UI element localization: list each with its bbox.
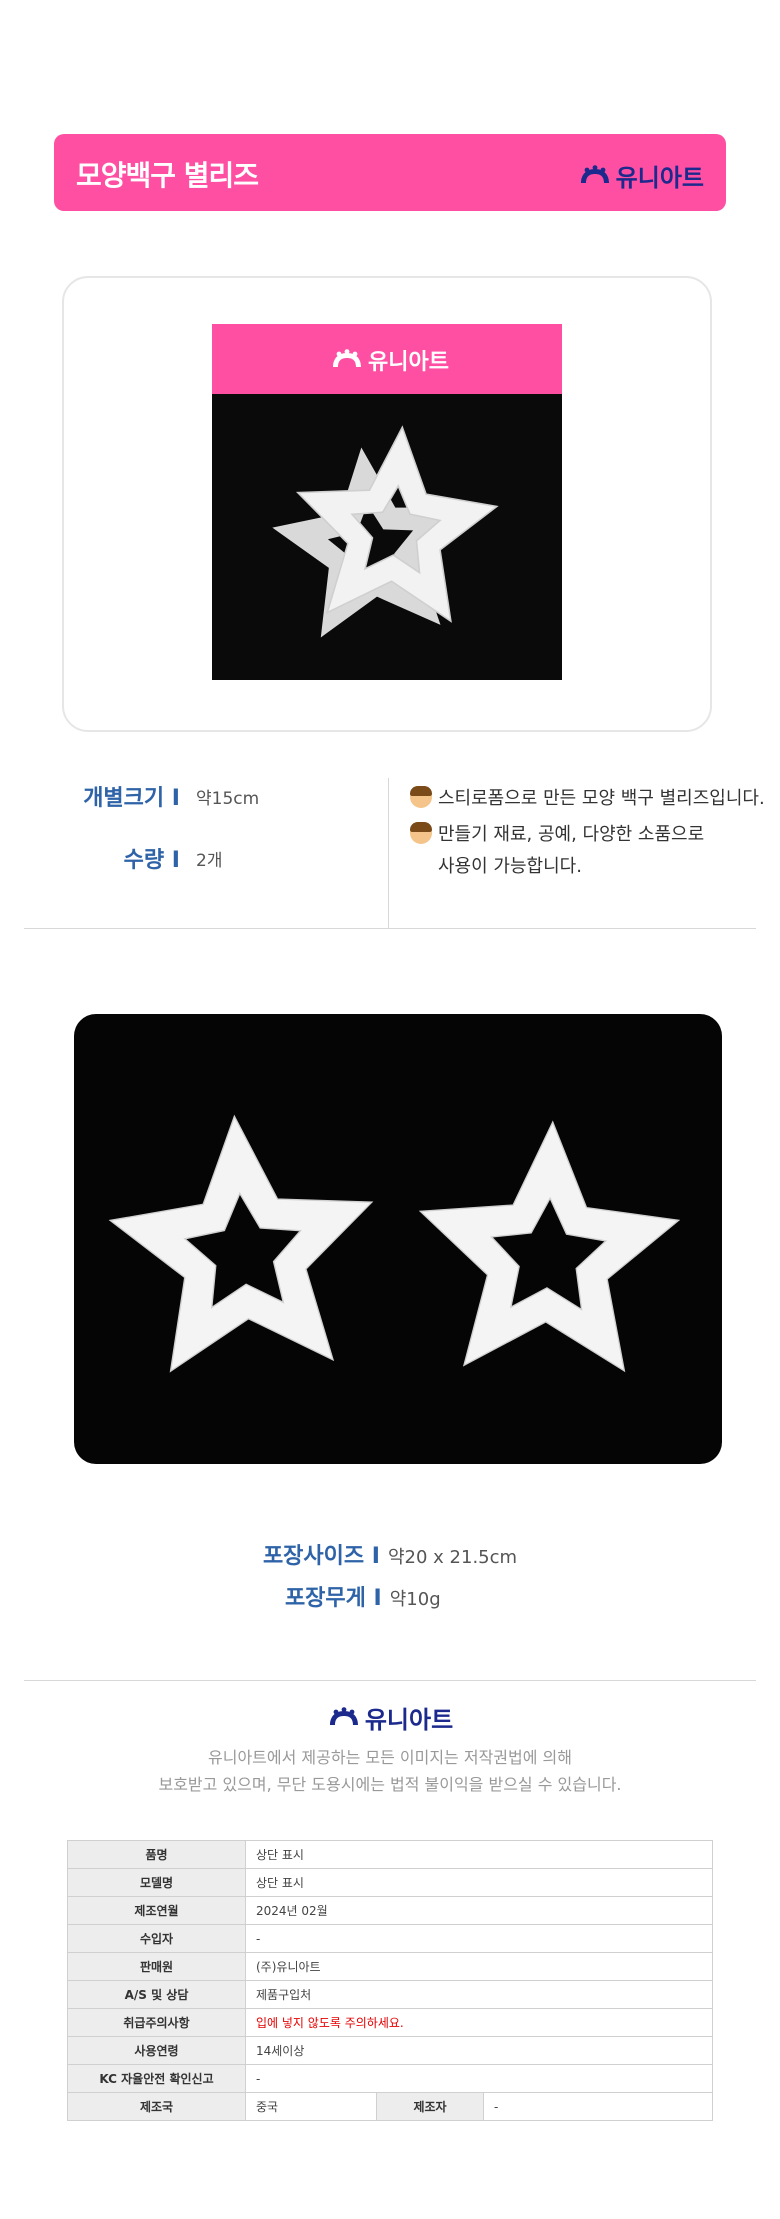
copyright-line: 보호받고 있으며, 무단 도용시에는 법적 불이익을 받으실 수 있습니다. [158, 1775, 622, 1794]
table-label: 판매원 [67, 1952, 246, 1981]
unia-logo-icon [330, 349, 364, 371]
header-brand: 유니아트 [578, 158, 704, 193]
product-title: 모양백구 별리즈 [76, 159, 259, 192]
table-value: 제품구입처 [245, 1980, 713, 2009]
description-text: 스티로폼으로 만든 모양 백구 별리즈입니다. [438, 788, 765, 809]
table-label: 제조자 [376, 2092, 484, 2121]
kid-face-icon [410, 786, 432, 808]
section-divider [24, 928, 756, 929]
kid-face-icon [410, 822, 432, 844]
table-label: 취급주의사항 [67, 2008, 246, 2037]
table-value: 중국 [245, 2092, 377, 2121]
footer-divider [24, 1680, 756, 1681]
table-row: 취급주의사항 입에 넣지 않도록 주의하세요. [67, 2008, 713, 2037]
package-size-value: 약20 x 21.5cm [387, 1547, 518, 1568]
quantity-value: 2개 [196, 851, 223, 871]
package-photo: 유니아트 [212, 324, 562, 680]
table-label: 모델명 [67, 1868, 246, 1897]
table-row: 제조국 중국 제조자 - [67, 2092, 713, 2121]
table-value: 2024년 02월 [245, 1896, 713, 1925]
table-value: 상단 표시 [245, 1868, 713, 1897]
table-value: (주)유니아트 [245, 1952, 713, 1981]
package-weight-label: 포장무게 I [284, 1586, 382, 1611]
copyright-notice: 유니아트에서 제공하는 모든 이미지는 저작권법에 의해 보호받고 있으며, 무… [0, 1744, 780, 1798]
table-row: 사용연령 14세이상 [67, 2036, 713, 2065]
vertical-divider [388, 778, 389, 928]
table-row: 수입자 - [67, 1924, 713, 1953]
two-stars-image [102, 1106, 683, 1376]
package-weight-value: 약10g [389, 1589, 441, 1610]
product-info-table: 품명 상단 표시 모델명 상단 표시 제조연월 2024년 02월 수입자 - 판매원(… [67, 1840, 713, 2121]
package-label: 유니아트 [212, 324, 562, 394]
stacked-stars-image [264, 419, 503, 642]
size-label: 개별크기 I [83, 786, 180, 811]
table-label: 제조연월 [67, 1896, 246, 1925]
product-photo [74, 1014, 722, 1464]
table-label: 품명 [67, 1840, 246, 1869]
description-list: 스티로폼으로 만든 모양 백구 별리즈입니다. 만들기 재료, 공예, 다양한 … [410, 784, 770, 878]
table-label: 제조국 [67, 2092, 246, 2121]
table-label: 수입자 [67, 1924, 246, 1953]
table-row: 모델명 상단 표시 [67, 1868, 713, 1897]
size-value: 약15cm [196, 789, 260, 809]
package-brand-name: 유니아트 [368, 350, 449, 375]
table-label: KC 자율안전 확인신고 [67, 2064, 246, 2093]
title-banner: 모양백구 별리즈 유니아트 [54, 134, 726, 211]
table-row: KC 자율안전 확인신고 - [67, 2064, 713, 2093]
unia-logo-icon [578, 165, 612, 187]
table-row: 제조연월 2024년 02월 [67, 1896, 713, 1925]
description-text: 만들기 재료, 공예, 다양한 소품으로 [438, 824, 705, 845]
package-weight-row: 포장무게 I 약10g [263, 1580, 517, 1612]
table-value: - [245, 2064, 713, 2093]
header-brand-name: 유니아트 [615, 164, 704, 192]
table-value: - [483, 2092, 713, 2121]
package-brand: 유니아트 [330, 344, 449, 376]
table-value: 상단 표시 [245, 1840, 713, 1869]
table-row: 판매원 (주)유니아트 [67, 1952, 713, 1981]
table-row: 품명 상단 표시 [67, 1840, 713, 1869]
quantity-label: 수량 I [123, 848, 180, 873]
package-info: 포장사이즈 I 약20 x 21.5cm 포장무게 I 약10g [0, 1538, 780, 1612]
table-row: A/S 및 상담 제품구입처 [67, 1980, 713, 2009]
unia-logo-icon [327, 1707, 361, 1729]
footer-brand-name: 유니아트 [364, 1706, 454, 1734]
description-item: 스티로폼으로 만든 모양 백구 별리즈입니다. [410, 784, 770, 810]
table-value: - [245, 1924, 713, 1953]
package-size-row: 포장사이즈 I 약20 x 21.5cm [263, 1538, 517, 1570]
table-label: 사용연령 [67, 2036, 246, 2065]
table-value: 14세이상 [245, 2036, 713, 2065]
package-size-label: 포장사이즈 I [262, 1544, 380, 1569]
warning-value: 입에 넣지 않도록 주의하세요. [245, 2008, 713, 2037]
footer-brand: 유니아트 [0, 1700, 780, 1735]
copyright-line: 유니아트에서 제공하는 모든 이미지는 저작권법에 의해 [208, 1748, 572, 1767]
description-item: 만들기 재료, 공예, 다양한 소품으로 [410, 820, 770, 846]
table-label: A/S 및 상담 [67, 1980, 246, 2009]
description-text: 사용이 가능합니다. [438, 856, 582, 877]
